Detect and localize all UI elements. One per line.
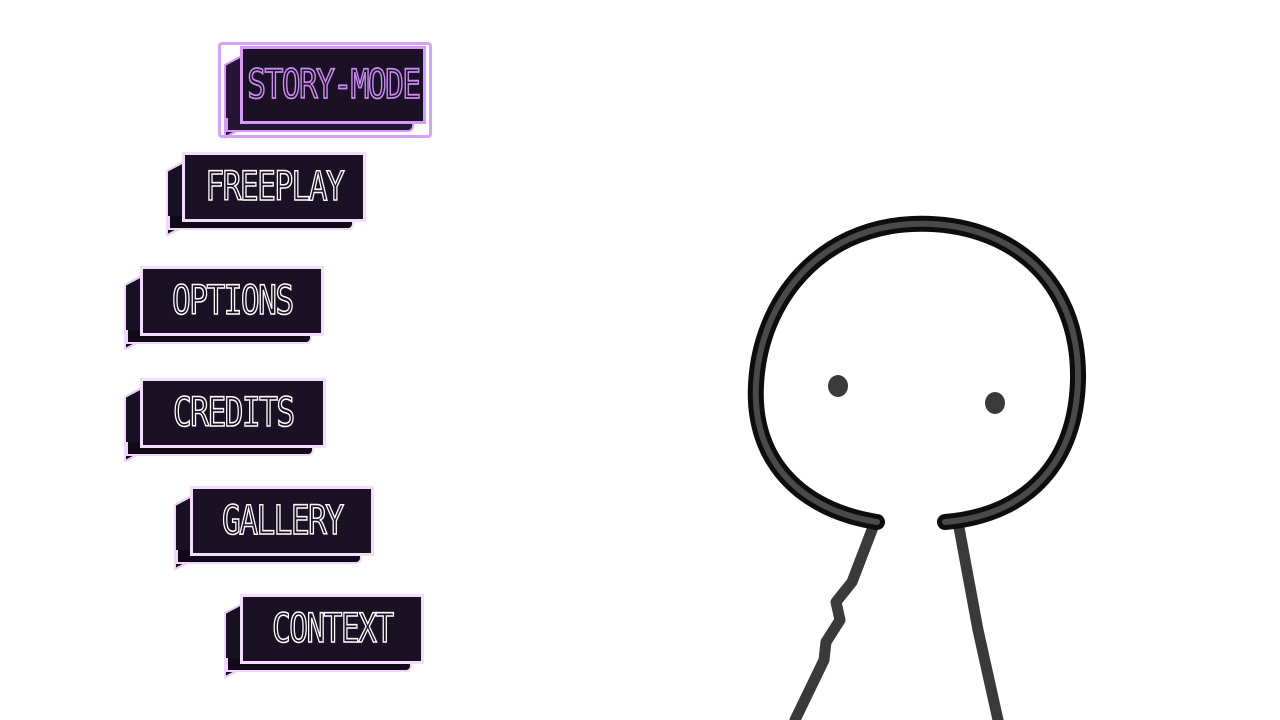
button-front-face: STORY-MODE <box>240 46 426 124</box>
menu-button-label: FREEPLAY <box>204 164 345 210</box>
menu-button-label: CREDITS <box>172 390 295 436</box>
button-front-face: FREEPLAY <box>182 152 366 222</box>
menu-button-story-mode[interactable]: STORY-MODE <box>218 42 432 139</box>
stick-figure-character-icon <box>747 215 1087 720</box>
menu-button-freeplay[interactable]: FREEPLAY <box>166 152 366 237</box>
button-front-face: GALLERY <box>190 486 374 556</box>
button-front-face: CONTEXT <box>240 594 424 664</box>
menu-button-label: OPTIONS <box>171 278 294 324</box>
menu-button-label: GALLERY <box>221 498 344 544</box>
menu-button-context[interactable]: CONTEXT <box>224 594 424 679</box>
menu-button-gallery[interactable]: GALLERY <box>174 486 374 571</box>
menu-button-label: STORY-MODE <box>246 62 421 108</box>
character-body-right-line <box>952 516 1004 720</box>
menu-button-label: CONTEXT <box>271 606 394 652</box>
character-left-eye <box>828 375 848 397</box>
character-body-left-line <box>789 516 881 720</box>
menu-button-options[interactable]: OPTIONS <box>124 266 324 351</box>
main-menu-screen: STORY-MODE FREEPLAY OPTIONS CREDITS GALL… <box>0 0 1280 720</box>
button-front-face: OPTIONS <box>140 266 324 336</box>
button-front-face: CREDITS <box>140 378 326 448</box>
character-right-eye <box>985 392 1005 414</box>
menu-button-credits[interactable]: CREDITS <box>124 378 326 463</box>
